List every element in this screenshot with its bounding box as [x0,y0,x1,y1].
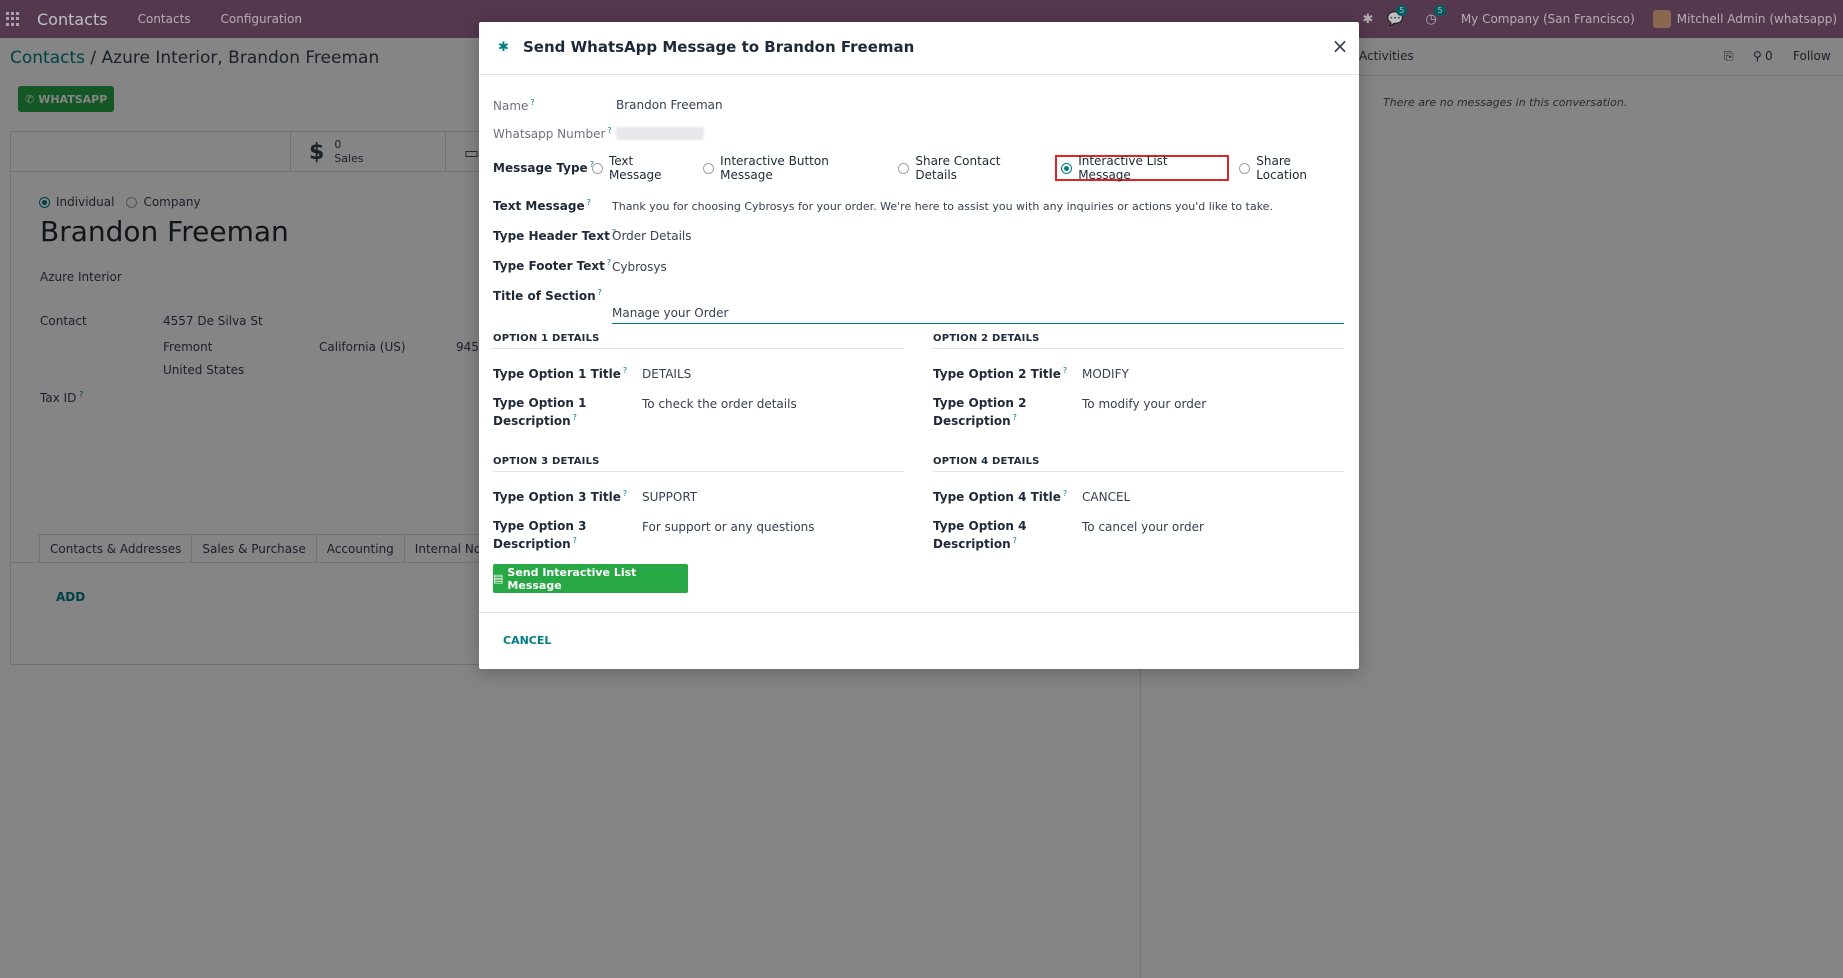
radio-interactive-button-label: Interactive Button Message [720,154,829,182]
name-field[interactable]: Brandon Freeman [616,98,723,112]
option-3-heading: OPTION 3 DETAILS [493,456,600,467]
option-1-divider [493,348,904,349]
option-2-divider [933,348,1344,349]
option-3-title-label: Type Option 3 Title? [493,489,628,504]
dialog-header: ✱ Send WhatsApp Message to Brandon Freem… [479,22,1359,75]
radio-text-message-dot[interactable] [592,162,603,174]
footer-text-label: Type Footer Text? [493,258,612,273]
footer-text-field[interactable]: Cybrosys [612,260,667,274]
radio-share-contact-details[interactable]: Share Contact Details [898,154,1045,182]
header-text-field[interactable]: Order Details [612,229,692,243]
radio-text-message[interactable]: Text Message [592,154,689,182]
section-title-input[interactable]: Manage your Order [612,304,1344,324]
radio-interactive-button-dot[interactable] [703,162,715,174]
radio-share-contact-label: Share Contact Details [915,154,1001,182]
option-1-desc-label: Type Option 1 [493,396,587,410]
section-title-label: Title of Section? [493,288,602,303]
whatsapp-dialog: ✱ Send WhatsApp Message to Brandon Freem… [479,22,1359,669]
option-2-desc-label: Type Option 2 [933,396,1027,410]
option-4-desc-label: Type Option 4 [933,519,1027,533]
radio-interactive-button-message[interactable]: Interactive Button Message [703,154,884,182]
text-message-label: Text Message? [493,198,591,213]
dialog-footer-divider [479,612,1359,613]
radio-interactive-list-message[interactable]: Interactive List Message [1055,154,1230,182]
send-interactive-list-button[interactable]: ▤ Send Interactive List Message [493,564,688,593]
whatsapp-number-label: Whatsapp Number? [493,126,612,141]
radio-text-message-label: Text Message [608,154,662,182]
send-button-label: Send Interactive List Message [507,565,637,592]
option-3-desc-label: Type Option 3 [493,519,587,533]
radio-interactive-list-label: Interactive List Message [1078,154,1168,182]
option-4-heading: OPTION 4 DETAILS [933,456,1040,467]
option-1-heading: OPTION 1 DETAILS [493,333,600,344]
option-1-title-label: Type Option 1 Title? [493,366,628,381]
option-3-desc-label-2: Description? [493,536,577,551]
option-4-desc-label-2: Description? [933,536,1017,551]
option-3-title-field[interactable]: SUPPORT [642,490,697,504]
option-2-desc-field[interactable]: To modify your order [1082,397,1206,411]
option-2-desc-label-2: Description? [933,413,1017,428]
message-type-radio-group: Text Message Interactive Button Message … [592,154,1359,182]
option-1-desc-field[interactable]: To check the order details [642,397,797,411]
option-4-divider [933,471,1344,472]
option-3-desc-field[interactable]: For support or any questions [642,520,815,534]
option-2-title-field[interactable]: MODIFY [1082,367,1129,381]
radio-share-location-label: Share Location [1256,154,1308,182]
radio-share-contact-dot[interactable] [898,162,910,174]
text-message-field[interactable]: Thank you for choosing Cybrosys for your… [612,200,1273,213]
bug-icon: ✱ [498,40,509,55]
message-type-label: Message Type? [493,160,594,175]
option-1-desc-label-2: Description? [493,413,577,428]
option-4-title-label: Type Option 4 Title? [933,489,1068,504]
radio-interactive-list-dot[interactable] [1061,162,1073,174]
header-text-label: Type Header Text? [493,228,617,243]
list-icon: ▤ [493,572,504,585]
name-label: Name? [493,98,535,113]
option-1-title-field[interactable]: DETAILS [642,367,691,381]
whatsapp-number-field[interactable] [616,127,704,140]
dialog-title: Send WhatsApp Message to Brandon Freeman [523,38,915,56]
option-4-desc-field[interactable]: To cancel your order [1082,520,1204,534]
option-2-title-label: Type Option 2 Title? [933,366,1068,381]
section-title-value: Manage your Order [612,306,729,320]
close-icon[interactable]: × [1330,36,1350,56]
option-2-heading: OPTION 2 DETAILS [933,333,1040,344]
option-3-divider [493,471,904,472]
option-4-title-field[interactable]: CANCEL [1082,490,1130,504]
cancel-button[interactable]: CANCEL [503,634,551,647]
radio-share-location-dot[interactable] [1239,162,1251,174]
radio-share-location[interactable]: Share Location [1239,154,1345,182]
